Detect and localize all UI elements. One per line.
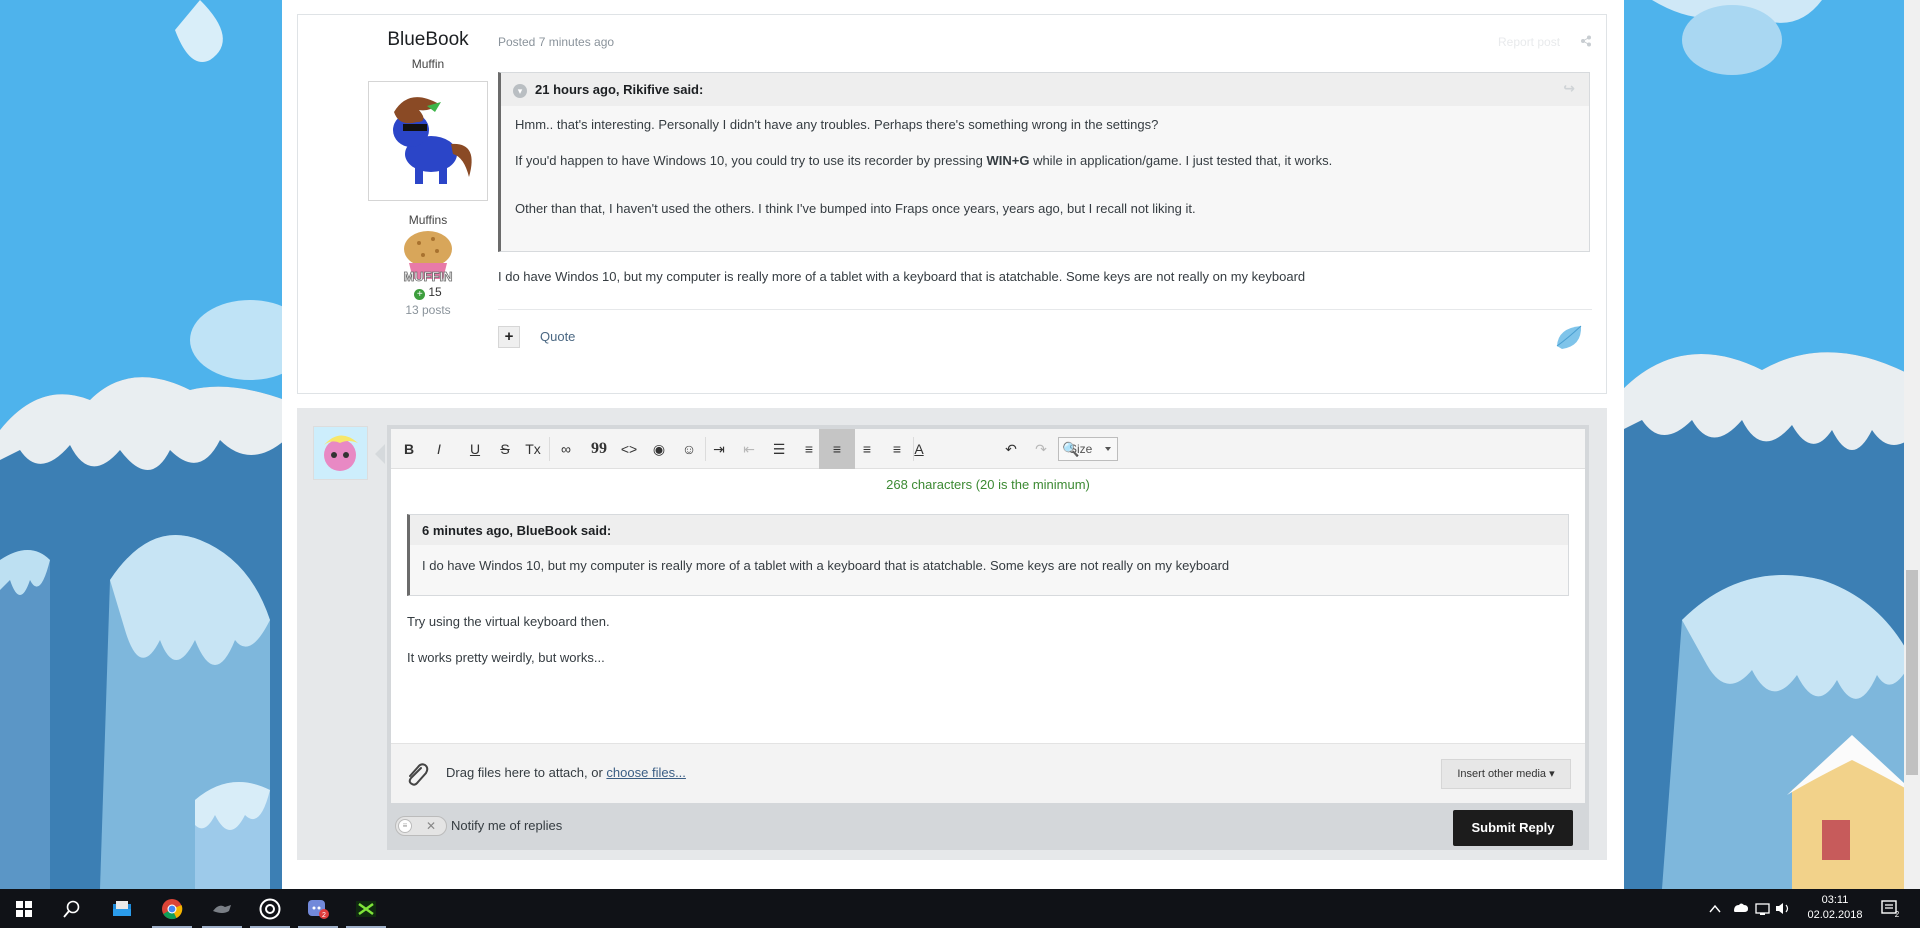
quote-citation: 21 hours ago, Rikifive said: [535,82,704,97]
right-scenery [1622,0,1920,889]
post-body: I do have Windos 10, but my computer is … [498,269,1306,284]
badge-label: MUFFIN [403,269,452,284]
text-color-icon[interactable]: A [901,429,937,469]
toggle-knob: ≡ [398,819,412,833]
multiquote-button[interactable]: + [498,326,520,348]
clock-time: 03:11 [1821,894,1849,906]
character-counter: 268 characters (20 is the minimum) [886,477,1090,492]
editor-content[interactable]: 268 characters (20 is the minimum) 6 min… [391,469,1585,743]
current-user-avatar[interactable] [313,426,368,480]
author-title: Muffin [411,57,445,71]
editor-line: Try using the virtual keyboard then. [407,614,610,629]
remove-format-icon[interactable]: Tx [515,429,551,469]
discord-badge: 2 [322,912,326,919]
windows-taskbar: 2 03:11 02.02.2018 2 [0,889,1920,928]
action-center-icon[interactable]: 2 [1880,898,1900,919]
jump-to-quote-icon[interactable]: ↪ [1563,80,1575,97]
quote-line: If you'd happen to have Windows 10, you … [515,152,1589,170]
scrollbar-thumb[interactable] [1906,570,1918,775]
discord-icon[interactable]: 2 [294,889,342,928]
search-icon[interactable] [48,889,96,928]
notification-count: 2 [1895,910,1900,918]
reaction-icon[interactable] [1554,322,1584,352]
tray-icons[interactable] [1706,889,1796,928]
attach-text: Drag files here to attach, or [446,765,607,780]
quote-line: Other than that, I haven't used the othe… [515,201,1196,216]
reputation: +15 [338,285,518,300]
divider [498,309,1592,310]
editor-quote[interactable]: 6 minutes ago, BlueBook said: I do have … [407,514,1569,596]
editor-text[interactable]: Try using the virtual keyboard then. It … [407,613,610,685]
report-post-link[interactable]: Report post [1498,35,1560,49]
obs-icon[interactable] [246,889,294,928]
left-scenery [0,0,285,889]
clock-date: 02.02.2018 [1807,909,1863,921]
insert-other-media-button[interactable]: Insert other media ▾ [1441,759,1571,789]
attach-instructions: Drag files here to attach, or choose fil… [446,765,686,780]
game-app-icon[interactable] [342,889,390,928]
paperclip-icon [405,762,429,788]
author-rank: Muffins [408,213,448,227]
author-avatar[interactable] [368,81,488,201]
windows-start-icon[interactable] [0,889,48,928]
share-icon[interactable] [1580,35,1592,47]
quote-line: Hmm.. that's interesting. Personally I d… [515,117,1159,132]
italic-icon[interactable]: I [421,429,457,469]
reputation-value: 15 [428,285,442,299]
choose-files-link[interactable]: choose files... [606,765,686,780]
quote-text: If you'd happen to have Windows 10, you … [515,153,987,168]
forum-post: BlueBook Muffin Muffins MUFFIN +15 13 po… [297,14,1607,394]
link-icon[interactable]: ∞ [548,429,584,469]
preview-icon[interactable]: 🔍 [1053,429,1089,469]
muffin-badge-icon: MUFFIN [393,229,463,287]
quote-header: ▾ 21 hours ago, Rikifive said: ↪ [501,73,1589,106]
quote-text: while in application/game. I just tested… [1029,153,1333,168]
reputation-plus-icon: + [414,289,426,300]
system-clock[interactable]: 03:11 02.02.2018 [1795,893,1875,923]
quote-body: Hmm.. that's interesting. Personally I d… [501,106,1589,218]
post-count[interactable]: 13 posts [338,303,518,317]
pony-avatar-image [393,97,472,184]
editor-quote-body: I do have Windos 10, but my computer is … [422,558,1230,573]
post-author-panel: BlueBook Muffin Muffins MUFFIN +15 13 po… [338,29,518,317]
collapse-quote-icon[interactable]: ▾ [513,84,527,98]
attachment-dropzone[interactable]: Drag files here to attach, or choose fil… [391,743,1585,803]
editor-line: It works pretty weirdly, but works... [407,650,605,665]
reply-editor: Size B I U S Tx ∞ 99 <> ◉ ☺ ⇥ ⇤ ☰ ≡ ≡ ≡ ≡ A ↶ ↷ 🔍 268 charac… [387,425,1589,850]
reply-section: Size B I U S Tx ∞ 99 <> ◉ ☺ ⇥ ⇤ ☰ ≡ ≡ ≡ ≡ A ↶ ↷ 🔍 268 charac… [297,408,1607,860]
chevron-down-icon [1105,447,1111,451]
post-date[interactable]: Posted 7 minutes ago [498,35,614,49]
author-name[interactable]: BlueBook [338,29,518,51]
notify-label: Notify me of replies [451,818,563,833]
submit-reply-button[interactable]: Submit Reply [1453,810,1573,846]
pony-app-icon[interactable] [198,889,246,928]
quoted-post: ▾ 21 hours ago, Rikifive said: ↪ Hmm.. t… [498,72,1590,252]
editor-quote-header: 6 minutes ago, BlueBook said: [410,515,1568,545]
system-tray [1706,889,1796,928]
close-icon: ✕ [426,819,437,833]
notify-toggle[interactable]: ≡ ✕ [395,816,447,836]
speech-arrow [375,444,385,464]
quote-bold-text: WIN+G [986,153,1030,168]
file-explorer-icon[interactable] [98,889,146,928]
quote-button[interactable]: Quote [540,329,575,344]
editor-toolbar: Size B I U S Tx ∞ 99 <> ◉ ☺ ⇥ ⇤ ☰ ≡ ≡ ≡ ≡ A ↶ ↷ 🔍 [391,429,1585,469]
chrome-icon[interactable] [148,889,196,928]
